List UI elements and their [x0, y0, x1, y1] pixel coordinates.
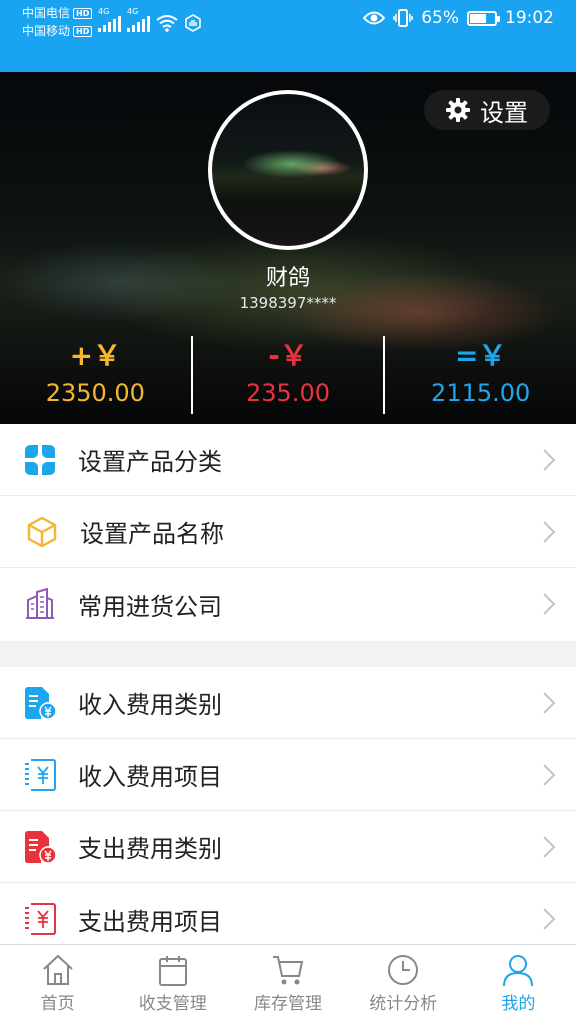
- nav-label: 统计分析: [369, 994, 438, 1014]
- phone-number: 1398397****: [239, 294, 337, 312]
- home-icon: [42, 954, 73, 985]
- section-divider: [0, 641, 576, 667]
- carrier-1: 中国电信: [22, 6, 71, 20]
- balance-value: 2115.00: [431, 379, 531, 407]
- menu-item-supplier[interactable]: 常用进货公司: [0, 568, 576, 640]
- income-item-icon: [22, 757, 58, 793]
- expense-category-icon: [22, 829, 58, 865]
- menu-item-product-name[interactable]: 设置产品名称: [0, 496, 576, 568]
- signal-indicators: 4G 4G: [98, 8, 202, 32]
- nav-label: 首页: [40, 994, 75, 1014]
- nav-income-expense[interactable]: 收支管理: [115, 945, 230, 1024]
- signal-icon: 4G: [127, 8, 150, 32]
- chevron-right-icon: [543, 449, 556, 471]
- balance-symbol: =￥: [454, 339, 507, 372]
- bottom-nav: 首页 收支管理 库存管理 统计分析 我的: [0, 944, 576, 1024]
- category-grid-icon: [22, 442, 58, 478]
- income-category-icon: [22, 685, 58, 721]
- status-time: 19:02: [505, 8, 554, 28]
- nav-label: 收支管理: [138, 994, 207, 1014]
- status-right: 65% 19:02: [363, 8, 554, 28]
- menu-item-product-category[interactable]: 设置产品分类: [0, 424, 576, 496]
- menu-item-label: 收入费用项目: [78, 763, 222, 791]
- building-icon: [22, 586, 58, 622]
- chevron-right-icon: [543, 692, 556, 714]
- carrier-2: 中国移动: [22, 24, 71, 38]
- settings-button[interactable]: 设置: [424, 90, 550, 130]
- hd-badge: HD: [73, 7, 93, 19]
- menu-item-label: 收入费用类别: [78, 691, 222, 719]
- expense-item-icon: [22, 901, 58, 937]
- menu-item-label: 常用进货公司: [78, 592, 222, 621]
- nav-home[interactable]: 首页: [0, 945, 115, 1024]
- hd-badge: HD: [73, 25, 93, 37]
- chevron-right-icon: [543, 593, 556, 615]
- nav-label: 库存管理: [254, 994, 322, 1014]
- wifi-icon: [156, 15, 178, 32]
- nav-inventory[interactable]: 库存管理: [230, 945, 345, 1024]
- menu-item-income-item[interactable]: 收入费用项目: [0, 739, 576, 811]
- chevron-right-icon: [543, 836, 556, 858]
- finance-settings-menu: 收入费用类别 收入费用项目 支出费用类别 支出费用项目: [0, 667, 576, 955]
- income-stat: +￥ 2350.00: [0, 336, 191, 414]
- expense-stat: -￥ 235.00: [190, 336, 384, 414]
- box-icon: [24, 514, 60, 550]
- chevron-right-icon: [543, 908, 556, 930]
- avatar[interactable]: [208, 90, 368, 250]
- nav-mine[interactable]: 我的: [461, 945, 576, 1024]
- menu-item-label: 设置产品分类: [78, 448, 222, 476]
- hand-icon: [185, 14, 201, 32]
- clock-icon: [388, 955, 419, 985]
- chevron-right-icon: [543, 521, 556, 543]
- signal-icon: 4G: [98, 8, 121, 32]
- balance-stat: =￥ 2115.00: [383, 336, 576, 414]
- menu-item-expense-category[interactable]: 支出费用类别: [0, 811, 576, 883]
- chevron-right-icon: [543, 764, 556, 786]
- product-settings-menu: 设置产品分类 设置产品名称 常用进货公司: [0, 424, 576, 640]
- nav-label: 我的: [501, 994, 536, 1014]
- battery-icon: [467, 10, 500, 26]
- expense-symbol: -￥: [268, 339, 308, 372]
- vibrate-icon: [393, 9, 413, 27]
- expense-value: 235.00: [246, 379, 330, 407]
- income-symbol: +￥: [69, 339, 122, 372]
- profile-header: 设置 财鸽 1398397**** +￥ 2350.00 -￥ 235.00 =…: [0, 72, 576, 424]
- eye-icon: [363, 11, 386, 25]
- gear-icon: [446, 98, 470, 122]
- battery-percent: 65%: [421, 8, 459, 28]
- menu-item-label: 设置产品名称: [80, 520, 224, 548]
- menu-item-label: 支出费用类别: [78, 835, 222, 863]
- menu-item-income-category[interactable]: 收入费用类别: [0, 667, 576, 739]
- status-bar: 中国电信 HD 中国移动 HD 4G 4G 65% 19:02: [0, 0, 576, 72]
- nav-statistics[interactable]: 统计分析: [346, 945, 461, 1024]
- balance-summary: +￥ 2350.00 -￥ 235.00 =￥ 2115.00: [0, 336, 576, 414]
- cart-icon: [273, 956, 304, 985]
- user-icon: [503, 955, 534, 987]
- menu-item-label: 支出费用项目: [78, 907, 222, 936]
- income-value: 2350.00: [45, 379, 145, 407]
- username: 财鸽: [265, 266, 310, 291]
- calendar-icon: [158, 956, 187, 986]
- settings-label: 设置: [480, 98, 528, 127]
- carrier-info: 中国电信 HD 中国移动 HD: [22, 4, 93, 40]
